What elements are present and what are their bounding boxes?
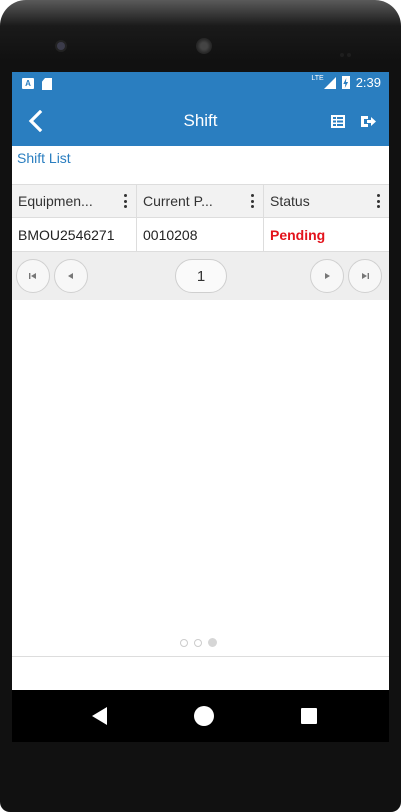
signal-icon <box>323 76 336 89</box>
prev-page-icon <box>68 273 73 279</box>
page-dot[interactable] <box>180 638 188 647</box>
app-bar: Shift <box>12 96 389 146</box>
notification-icons: A <box>22 78 52 90</box>
nav-back-icon[interactable] <box>92 707 107 725</box>
front-camera <box>57 42 65 50</box>
page-dot-active[interactable] <box>208 638 217 647</box>
table-header: Equipmen... Current P... Status <box>12 184 389 218</box>
nav-home-icon[interactable] <box>194 706 214 726</box>
nav-recent-apps-icon[interactable] <box>301 708 317 724</box>
first-page-icon <box>29 273 36 279</box>
network-type: LTE <box>311 75 324 82</box>
phone-frame: A LTE 2:39 Shift Shift List Equipmen... … <box>0 0 401 812</box>
column-header-label: Equipmen... <box>18 193 93 209</box>
column-header-current[interactable]: Current P... <box>137 185 264 217</box>
proximity-sensor <box>340 44 354 57</box>
section-label: Shift List <box>17 150 71 166</box>
next-page-button[interactable] <box>310 259 344 293</box>
first-page-button[interactable] <box>16 259 50 293</box>
list-view-button[interactable] <box>328 111 348 131</box>
status-badge: Pending <box>270 226 326 243</box>
next-page-icon <box>325 273 330 279</box>
column-menu-icon[interactable] <box>124 194 128 208</box>
table-row[interactable]: BMOU2546271 0010208 Pending <box>12 218 389 252</box>
prev-page-button[interactable] <box>54 259 88 293</box>
sd-card-icon <box>42 78 52 90</box>
logout-button[interactable] <box>358 111 378 131</box>
a-icon: A <box>22 78 34 89</box>
pager: 1 <box>12 252 389 300</box>
column-menu-icon[interactable] <box>251 194 255 208</box>
column-header-status[interactable]: Status <box>264 185 389 217</box>
list-view-icon <box>331 114 345 128</box>
divider <box>12 656 389 657</box>
screen: A LTE 2:39 Shift Shift List Equipmen... … <box>12 72 389 690</box>
status-bar: A LTE 2:39 <box>12 72 389 96</box>
battery-icon <box>341 76 350 89</box>
logout-icon <box>360 115 376 127</box>
clock: 2:39 <box>355 75 381 90</box>
column-header-equipment[interactable]: Equipmen... <box>12 185 137 217</box>
system-icons: LTE 2:39 <box>311 75 381 90</box>
page-dot[interactable] <box>194 638 202 647</box>
earpiece-speaker <box>196 38 212 54</box>
column-header-label: Current P... <box>143 193 213 209</box>
android-nav-bar <box>12 690 389 742</box>
top-bezel <box>0 0 401 72</box>
page-number[interactable]: 1 <box>175 259 227 293</box>
column-menu-icon[interactable] <box>377 194 381 208</box>
last-page-button[interactable] <box>348 259 382 293</box>
cell-equipment: BMOU2546271 <box>12 218 137 251</box>
cell-current: 0010208 <box>137 218 264 251</box>
last-page-icon <box>362 273 369 279</box>
column-header-label: Status <box>270 193 310 209</box>
page-indicator <box>180 638 217 647</box>
